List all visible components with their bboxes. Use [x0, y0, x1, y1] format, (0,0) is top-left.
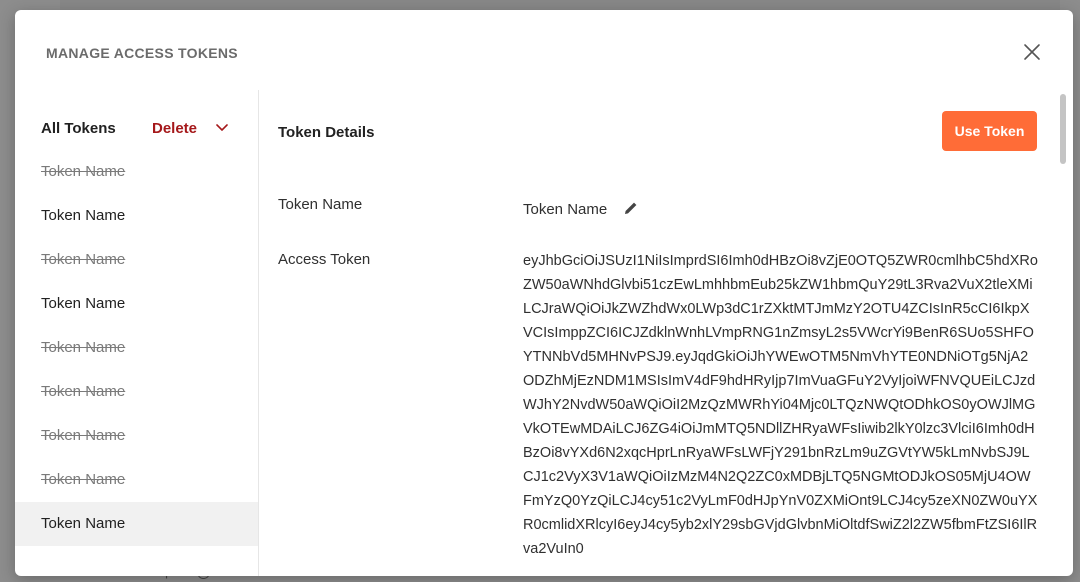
token-list: Token Name Token Name Token Name Token Name…	[15, 150, 258, 546]
token-list-item[interactable]: Token Name	[15, 502, 258, 546]
token-list-item[interactable]: Token Name	[15, 414, 258, 458]
modal-title: MANAGE ACCESS TOKENS	[46, 45, 238, 61]
delete-dropdown[interactable]: Delete	[152, 120, 228, 137]
token-list-item[interactable]: Token Name	[15, 370, 258, 414]
tokens-sidebar: All Tokens Delete Token Name Token Name To…	[15, 90, 259, 576]
token-list-item[interactable]: Token Name	[15, 150, 258, 194]
token-list-item[interactable]: Token Name	[15, 194, 258, 238]
token-name-label: Token Name	[278, 196, 363, 213]
token-list-item[interactable]: Token Name	[15, 238, 258, 282]
token-details-panel: Token Details Use Token Token Name Token…	[259, 90, 1059, 576]
token-name-value: Token Name	[523, 201, 608, 218]
access-token-value: eyJhbGciOiJSUzI1NiIsImprdSI6Imh0dHBzOi8v…	[523, 253, 1038, 557]
token-list-item[interactable]: Token Name	[15, 458, 258, 502]
all-tokens-label: All Tokens	[41, 120, 116, 137]
manage-access-tokens-modal: MANAGE ACCESS TOKENS All Tokens Delete T…	[15, 10, 1073, 576]
use-token-button[interactable]: Use Token	[942, 111, 1037, 151]
delete-label: Delete	[152, 120, 198, 137]
background-toolbar	[60, 0, 1060, 10]
pencil-icon[interactable]	[623, 200, 639, 221]
token-list-item[interactable]: Token Name	[15, 282, 258, 326]
token-list-item[interactable]: Token Name	[15, 326, 258, 370]
access-token-label: Access Token	[278, 251, 371, 268]
close-icon[interactable]	[1021, 41, 1043, 63]
token-details-heading: Token Details	[278, 124, 375, 141]
chevron-down-icon	[216, 124, 228, 131]
scrollbar-thumb[interactable]	[1060, 94, 1066, 164]
